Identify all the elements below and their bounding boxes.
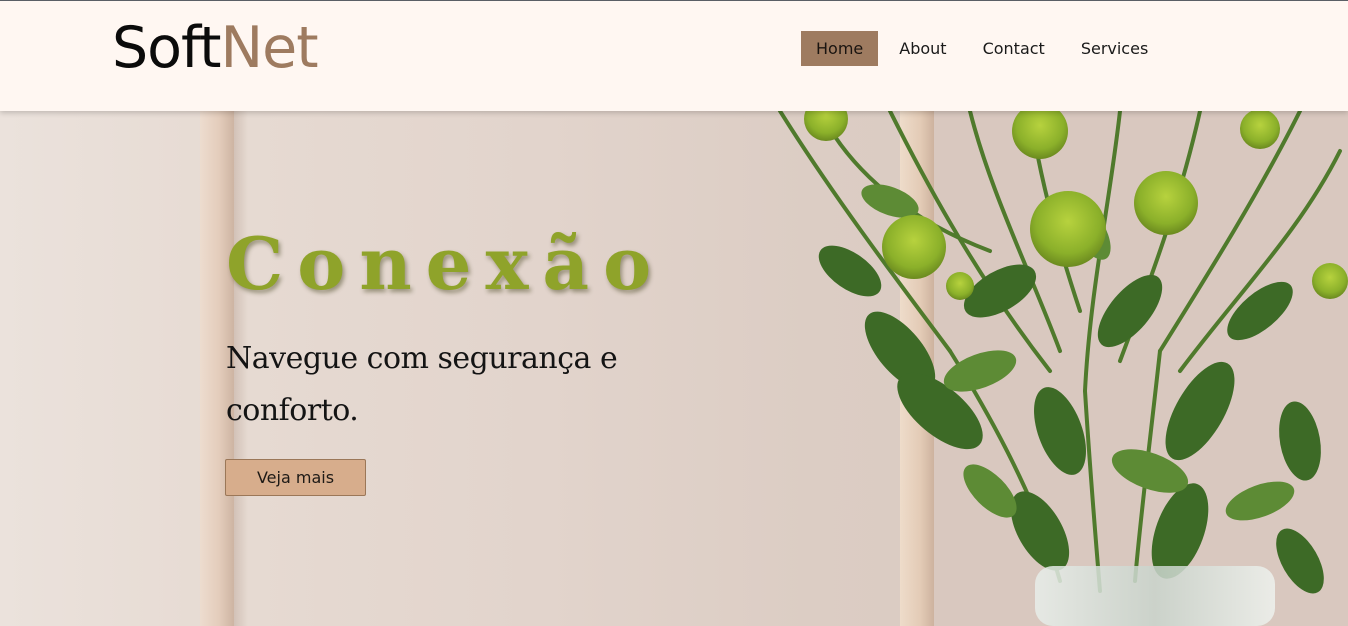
site-header: SoftNet Home About Contact Services <box>0 1 1348 111</box>
hero-section: Conexão Navegue com segurança e conforto… <box>0 111 1348 626</box>
site-logo[interactable]: SoftNet <box>112 15 319 81</box>
hero-subtitle: Navegue com segurança e conforto. <box>226 341 618 428</box>
logo-soft: Soft <box>112 15 221 81</box>
nav-home[interactable]: Home <box>801 31 879 66</box>
veja-mais-button[interactable]: Veja mais <box>225 459 366 496</box>
nav-contact[interactable]: Contact <box>968 31 1060 66</box>
logo-net: Net <box>220 15 318 81</box>
main-nav: Home About Contact Services <box>801 31 1169 66</box>
window-top-border <box>0 0 1348 1</box>
nav-services[interactable]: Services <box>1066 31 1163 66</box>
nav-about[interactable]: About <box>884 31 961 66</box>
hero-title: Conexão <box>226 221 666 306</box>
flowers-in-vase-image <box>778 111 1348 626</box>
